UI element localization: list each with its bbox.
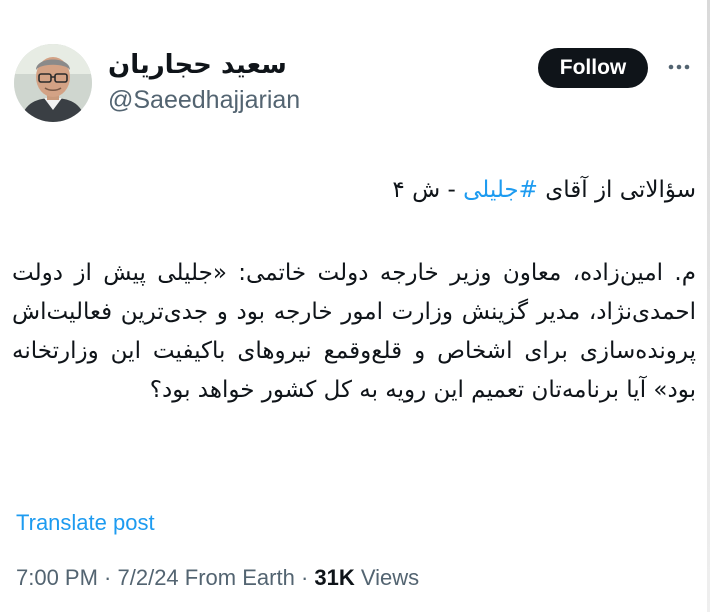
author-block: سعید حجاریان @Saeedhajjarian [108,48,300,116]
post-source: From Earth [184,565,295,590]
translate-post-link[interactable]: Translate post [16,508,155,538]
more-options-icon[interactable] [664,52,694,82]
views-label: Views [354,565,420,590]
post-metadata: 7:00 PM · 7/2/24 From Earth · 31K Views [16,563,419,593]
meta-separator: · [97,565,118,590]
post-time[interactable]: 7:00 PM [16,565,98,590]
views-count[interactable]: 31K [314,565,354,590]
meta-separator: · [294,565,315,590]
post-date[interactable]: 7/2/24 [118,565,179,590]
post-title: سؤالاتی از آقای #جلیلی - ش ۴ [12,170,696,210]
post-text: سؤالاتی از آقای #جلیلی - ش ۴ م. امین‌زاد… [12,170,696,410]
author-avatar[interactable] [14,44,92,122]
hashtag-link[interactable]: #جلیلی [463,177,538,203]
author-handle[interactable]: @Saeedhajjarian [108,84,300,116]
author-display-name[interactable]: سعید حجاریان [108,48,300,82]
avatar-portrait-image [14,44,92,122]
tweet-card: { "author": { "display_name": "سعید حجار… [0,0,710,612]
follow-button[interactable]: Follow [538,48,648,88]
post-title-prefix: سؤالاتی از آقای [537,177,696,203]
post-paragraph: م. امین‌زاده، معاون وزیر خارجه دولت خاتم… [12,260,696,403]
more-horizontal-icon [668,64,690,70]
post-title-suffix: - ش ۴ [392,177,464,203]
